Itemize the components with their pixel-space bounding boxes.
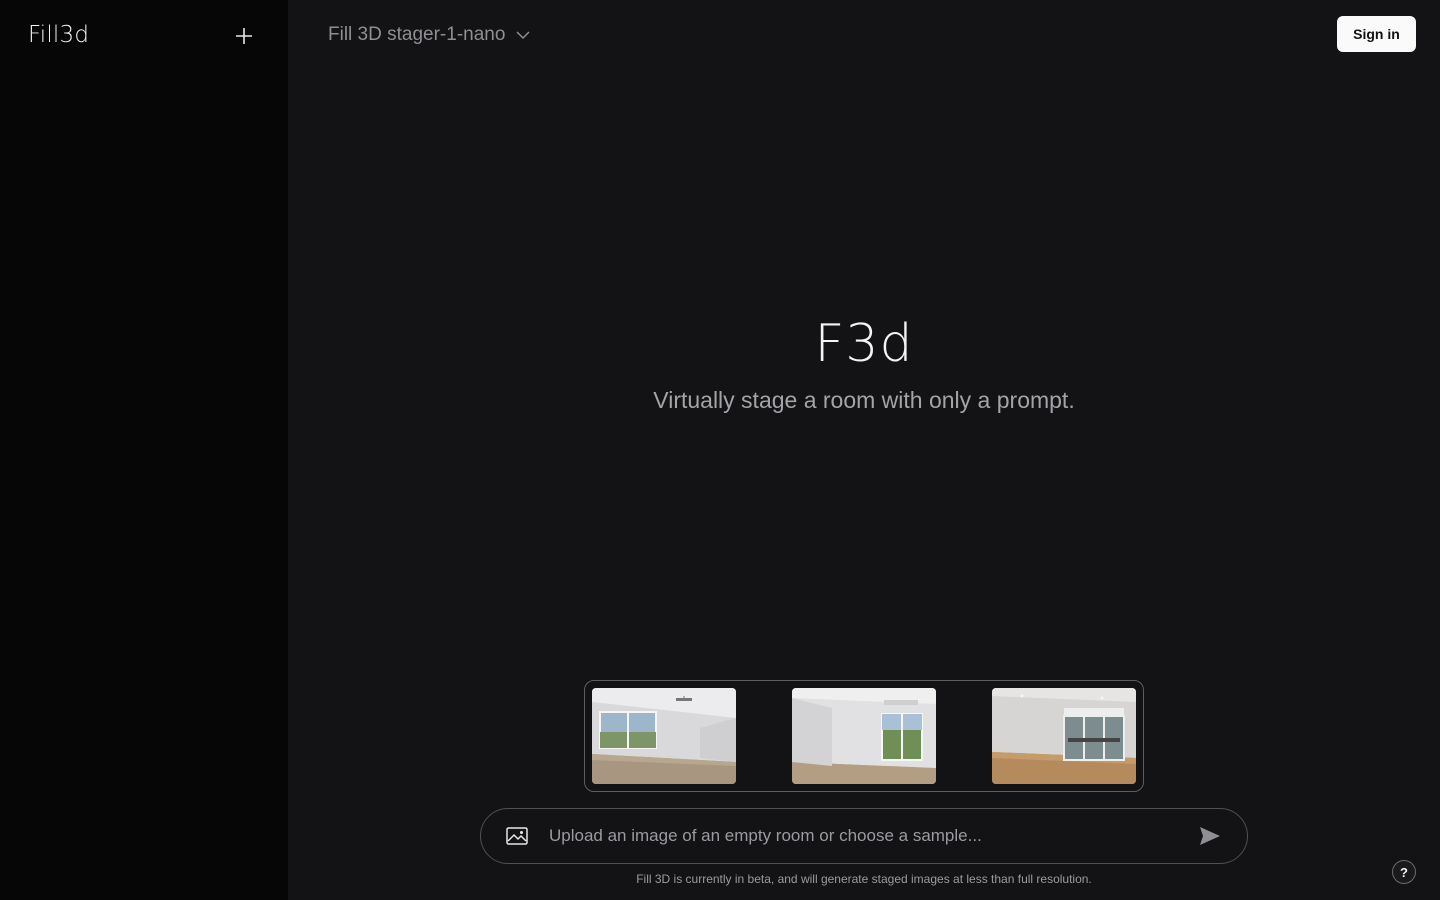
sample-room-1[interactable]: [592, 688, 736, 784]
new-chat-button[interactable]: [230, 22, 258, 50]
chevron-down-icon: [516, 31, 530, 40]
help-button[interactable]: ?: [1392, 860, 1416, 884]
sample-images: [584, 680, 1144, 792]
hero-logo: F3d: [814, 314, 914, 374]
sample-room-3[interactable]: [992, 688, 1136, 784]
image-icon: [506, 827, 528, 845]
send-icon: [1200, 827, 1220, 845]
sign-in-button[interactable]: Sign in: [1337, 16, 1416, 52]
send-button[interactable]: [1195, 821, 1225, 851]
hero-tagline: Virtually stage a room with only a promp…: [653, 387, 1075, 413]
model-selector[interactable]: Fill 3D stager-1-nano: [328, 22, 531, 48]
plus-icon: [236, 28, 252, 44]
beta-disclaimer: Fill 3D is currently in beta, and will g…: [636, 872, 1092, 886]
sample-room-2[interactable]: [792, 688, 936, 784]
prompt-composer: [480, 808, 1248, 864]
main-area: Fill 3D stager-1-nano Sign in F3d Virtua…: [288, 0, 1440, 900]
model-name: Fill 3D stager-1-nano: [328, 24, 506, 45]
app-logo[interactable]: Fill3d: [28, 22, 89, 48]
prompt-input[interactable]: [549, 821, 1195, 851]
sidebar: Fill3d: [0, 0, 288, 900]
upload-image-button[interactable]: [503, 822, 531, 850]
